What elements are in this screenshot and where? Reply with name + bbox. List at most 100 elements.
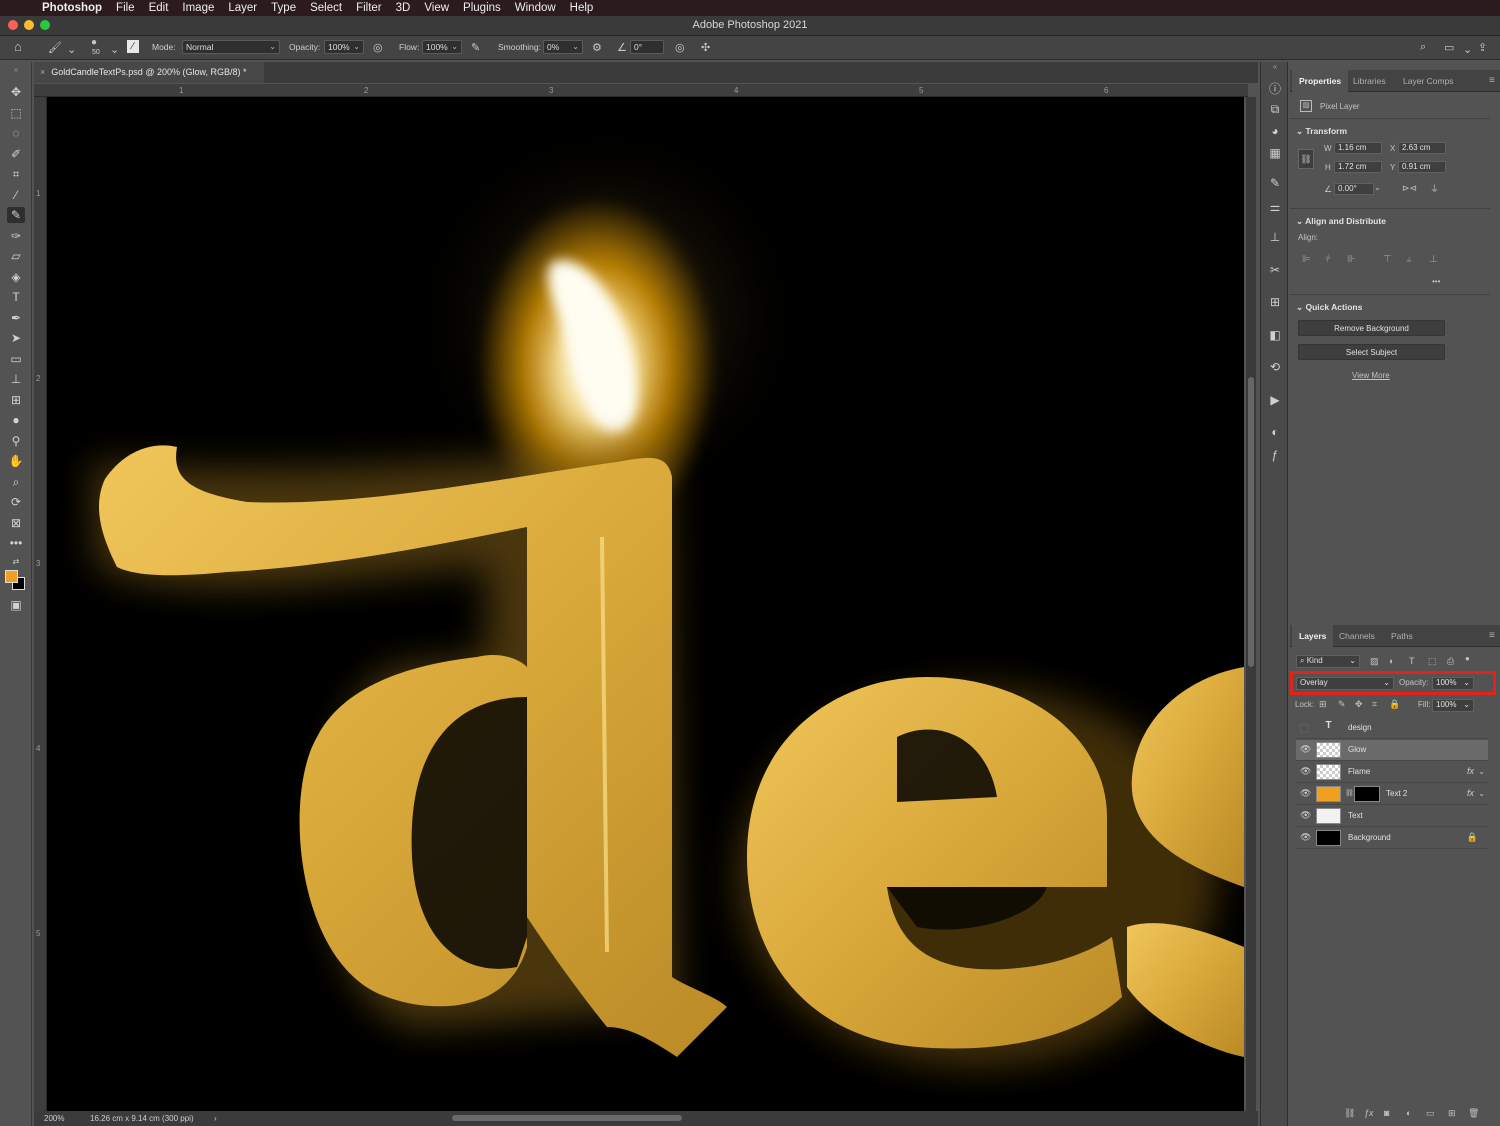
dodge-tool-icon[interactable]: ⚲	[7, 433, 25, 449]
color-panel-icon[interactable]: ◕	[1266, 124, 1284, 140]
menu-file[interactable]: File	[116, 2, 135, 14]
brush-settings-panel-icon[interactable]: ✎	[1266, 176, 1284, 192]
lock-artboard-icon[interactable]: ⌗	[1372, 699, 1377, 710]
horizontal-ruler[interactable]: 1 2 3 4 5 6	[34, 84, 1248, 97]
adjustments-icon[interactable]: ◧	[1266, 328, 1284, 344]
new-group-icon[interactable]: ▭	[1426, 1108, 1435, 1119]
airbrush-icon[interactable]: ✎	[471, 41, 480, 54]
hand-tool-icon[interactable]: ✋	[7, 453, 25, 469]
frame-tool-icon[interactable]: ⊠	[7, 515, 25, 531]
lock-position-icon[interactable]: ✥	[1355, 699, 1363, 710]
crop-tool-icon[interactable]: ⌗	[7, 166, 25, 182]
collapse-strip-icon[interactable]: «	[1266, 62, 1284, 78]
transform-heading[interactable]: ⌄ Transform	[1296, 126, 1347, 137]
layer-opacity-field[interactable]: 100% ⌄	[1432, 677, 1474, 690]
tab-channels[interactable]: Channels	[1332, 625, 1382, 647]
brush-tool-icon[interactable]: 🖌	[48, 41, 62, 54]
rotation-field[interactable]: 0.00°	[1334, 183, 1374, 195]
align-center-icon[interactable]: ⫩	[1325, 254, 1331, 265]
quick-actions-heading[interactable]: ⌄ Quick Actions	[1296, 302, 1362, 313]
layers-menu-icon[interactable]: ≡	[1482, 625, 1500, 647]
swap-colors-icon[interactable]: ⇄	[7, 554, 25, 570]
eye-icon[interactable]: 👁	[1300, 788, 1311, 799]
vertical-scrollbar[interactable]	[1246, 97, 1256, 1111]
history-brush-tool-icon[interactable]: ✑	[7, 228, 25, 244]
horizontal-scroll-thumb[interactable]	[452, 1115, 682, 1121]
eraser-tool-icon[interactable]: ▱	[7, 248, 25, 264]
path-selection-tool-icon[interactable]: ➤	[7, 330, 25, 346]
zoom-tool-icon[interactable]: ⌕	[7, 474, 25, 490]
menu-view[interactable]: View	[424, 2, 449, 14]
pressure-size-icon[interactable]: ◎	[675, 41, 685, 54]
layer-row-text[interactable]: 👁 Text	[1296, 806, 1488, 827]
layer-row-glow[interactable]: 👁 Glow	[1296, 740, 1488, 761]
lock-all-icon[interactable]: 🔒	[1389, 699, 1400, 710]
document-tab[interactable]: × GoldCandleTextPs.psd @ 200% (Glow, RGB/…	[34, 62, 264, 83]
brushes-panel-icon[interactable]: ⚌	[1266, 200, 1284, 216]
align-bottom-icon[interactable]: ⊥	[1429, 254, 1438, 265]
lock-transparency-icon[interactable]: ⊞	[1319, 699, 1327, 710]
menu-image[interactable]: Image	[182, 2, 214, 14]
rotate-view-tool-icon[interactable]: ⟳	[7, 494, 25, 510]
screen-mode-icon[interactable]: ▣	[7, 597, 25, 613]
brush-picker-chevron-icon[interactable]: ⌄	[110, 43, 119, 56]
navigator-icon[interactable]: ◐	[1266, 425, 1284, 441]
history-icon[interactable]: ⟲	[1266, 360, 1284, 376]
menu-select[interactable]: Select	[310, 2, 342, 14]
layer-effects-icon[interactable]: fx	[1467, 766, 1474, 776]
info-icon[interactable]: ⓘ	[1266, 80, 1284, 96]
align-right-icon[interactable]: ⊪	[1347, 254, 1356, 265]
eyedropper-tool-icon[interactable]: ⁄	[7, 187, 25, 203]
view-more-link[interactable]: View More	[1352, 371, 1390, 380]
eye-icon[interactable]: 👁	[1300, 810, 1311, 821]
tab-layers[interactable]: Layers	[1292, 625, 1334, 647]
filter-toggle-icon[interactable]: ●	[1465, 654, 1470, 663]
type-tool-icon[interactable]: T	[7, 289, 25, 305]
menu-filter[interactable]: Filter	[356, 2, 382, 14]
layer-row-text-2[interactable]: 👁 ⛓ Text 2 fx ⌄	[1296, 784, 1488, 805]
swatches-panel-icon[interactable]: ▦	[1266, 146, 1284, 162]
menu-type[interactable]: Type	[271, 2, 296, 14]
tool-presets-icon[interactable]: ✂	[1266, 263, 1284, 279]
smoothing-field[interactable]: 0% ⌄	[543, 40, 583, 54]
menu-edit[interactable]: Edit	[149, 2, 169, 14]
symmetry-icon[interactable]: ✣	[701, 41, 710, 54]
remove-background-button[interactable]: Remove Background	[1298, 320, 1445, 336]
lasso-tool-icon[interactable]: ◌	[7, 125, 25, 141]
layer-effects-icon[interactable]: fx	[1467, 788, 1474, 798]
close-tab-icon[interactable]: ×	[40, 67, 45, 77]
foreground-color-swatch[interactable]	[5, 570, 18, 583]
clone-source-icon[interactable]: ⊥	[1266, 230, 1284, 246]
new-adjustment-icon[interactable]: ◐	[1406, 1108, 1411, 1118]
tab-paths[interactable]: Paths	[1384, 625, 1420, 647]
width-field[interactable]: 1.16 cm	[1334, 142, 1382, 154]
delete-layer-icon[interactable]: 🗑	[1468, 1108, 1479, 1119]
gear-icon[interactable]: ⚙	[592, 41, 602, 54]
opacity-field[interactable]: 100% ⌄	[324, 40, 364, 54]
tab-layer-comps[interactable]: Layer Comps	[1396, 70, 1461, 92]
zoom-level[interactable]: 200%	[44, 1111, 64, 1126]
vertical-scroll-thumb[interactable]	[1248, 377, 1254, 667]
actions-play-icon[interactable]: ▶	[1266, 393, 1284, 409]
x-position-field[interactable]: 2.63 cm	[1398, 142, 1446, 154]
brush-tool-icon[interactable]: ✎	[7, 207, 25, 223]
y-position-field[interactable]: 0.91 cm	[1398, 161, 1446, 173]
brush-angle-field[interactable]: 0°	[630, 40, 664, 54]
eye-icon[interactable]: 👁	[1300, 766, 1311, 777]
more-tools-icon[interactable]: •••	[7, 535, 25, 551]
lock-pixels-icon[interactable]: ✎	[1338, 699, 1346, 710]
blend-mode-select[interactable]: Overlay ⌄	[1296, 677, 1394, 690]
align-middle-icon[interactable]: ⫨	[1406, 254, 1412, 265]
tab-libraries[interactable]: Libraries	[1346, 70, 1393, 92]
filter-type-icon[interactable]: T	[1409, 656, 1415, 666]
align-top-icon[interactable]: ⊤	[1383, 254, 1392, 265]
mask-link-icon[interactable]: ⛓	[1345, 789, 1354, 797]
height-field[interactable]: 1.72 cm	[1334, 161, 1382, 173]
filter-smart-object-icon[interactable]: ⎙	[1447, 656, 1454, 667]
workspace-chevron-icon[interactable]: ⌄	[1463, 43, 1472, 56]
rectangle-tool-icon[interactable]: ▭	[7, 351, 25, 367]
mode-select[interactable]: Normal ⌄	[182, 40, 280, 54]
menu-window[interactable]: Window	[515, 2, 556, 14]
layer-row-design[interactable]: T design	[1296, 718, 1488, 739]
align-heading[interactable]: ⌄ Align and Distribute	[1296, 216, 1386, 227]
